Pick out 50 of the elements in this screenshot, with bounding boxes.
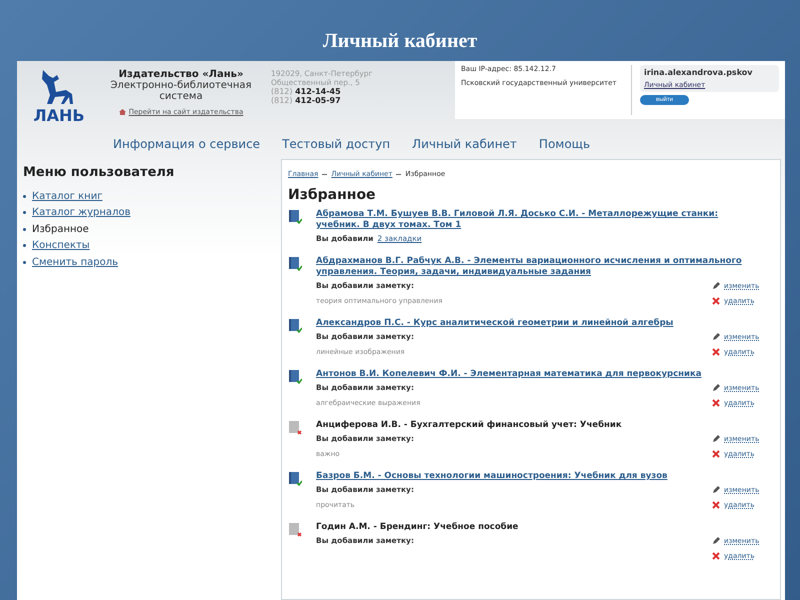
menu-item[interactable]: Каталог книг	[32, 190, 102, 202]
bullet-icon	[23, 228, 26, 231]
delete-icon	[712, 296, 720, 304]
book-icon	[288, 420, 302, 435]
pencil-icon	[712, 434, 720, 442]
delete-icon	[712, 348, 720, 356]
username: irina.alexandrova.pskov	[644, 68, 754, 77]
book-title[interactable]: Абрамова Т.М. Бушуев В.В. Гиловой Л.Я. Досько С.И. - Металлорежущие станки: учебник. В двух томах. Том 1	[316, 209, 776, 231]
delete-icon	[712, 398, 720, 406]
bullet-icon	[23, 194, 26, 198]
menu-item[interactable]: Избранное	[32, 224, 89, 235]
pencil-icon	[712, 536, 720, 544]
nav-link[interactable]: Информация о сервисе	[113, 137, 260, 159]
delete-icon	[712, 450, 720, 458]
nav-link[interactable]: Помощь	[538, 137, 590, 159]
pencil-icon	[712, 384, 720, 392]
book-title[interactable]: Антонов В.И. Копелевич Ф.И. - Элементарная математика для первокурсника	[316, 369, 776, 380]
publisher-name: Издательство «Лань»	[118, 69, 244, 80]
menu-item[interactable]: Сменить пароль	[32, 256, 118, 268]
menu-title: Меню пользователя	[23, 165, 176, 180]
book-icon	[288, 522, 302, 537]
book-name: Годин А.М. - Брендинг: Учебное пособие	[316, 522, 520, 533]
book-icon	[288, 471, 302, 486]
pencil-icon	[712, 282, 720, 290]
book-icon	[288, 209, 302, 224]
book-icon	[288, 256, 302, 271]
delete-icon	[712, 500, 720, 508]
menu-item[interactable]: Конспекты	[32, 240, 90, 252]
home-icon	[118, 109, 126, 115]
phone-number: (812) 412-14-45	[271, 87, 342, 96]
phone-number: (812) 412-05-97	[271, 96, 342, 105]
book-icon	[288, 318, 302, 333]
bullet-icon	[23, 260, 26, 264]
page-title: Избранное	[288, 187, 377, 203]
book-title[interactable]: Базров Б.М. - Основы технологии машиностроения: Учебник для вузов	[316, 471, 776, 482]
pencil-icon	[712, 332, 720, 340]
nav-link[interactable]: Личный кабинет	[412, 137, 517, 159]
menu-item[interactable]: Каталог журналов	[32, 207, 130, 218]
pencil-icon	[712, 486, 720, 494]
slide-title: Личный кабинет	[322, 30, 478, 53]
book-title[interactable]: Абдрахманов В.Г. Рабчук А.В. - Элементы вариационного исчисления и оптимального управления. Теория, задачи, индивидуальные задания	[316, 256, 776, 278]
delete-icon	[712, 552, 720, 560]
nav-link[interactable]: Тестовый доступ	[282, 137, 390, 159]
publisher-subtitle: Электронно-библиотечная система	[109, 80, 253, 102]
logo-wordmark: ЛАНЬ	[33, 106, 85, 125]
bullet-icon	[23, 211, 26, 214]
bullet-icon	[23, 244, 26, 248]
book-title[interactable]: Александров П.С. - Курс аналитической геометрии и линейной алгебры	[316, 318, 776, 329]
book-icon	[288, 369, 302, 384]
book-name: Анциферова И.В. - Бухгалтерский финансовый учет: Учебник	[316, 420, 623, 431]
